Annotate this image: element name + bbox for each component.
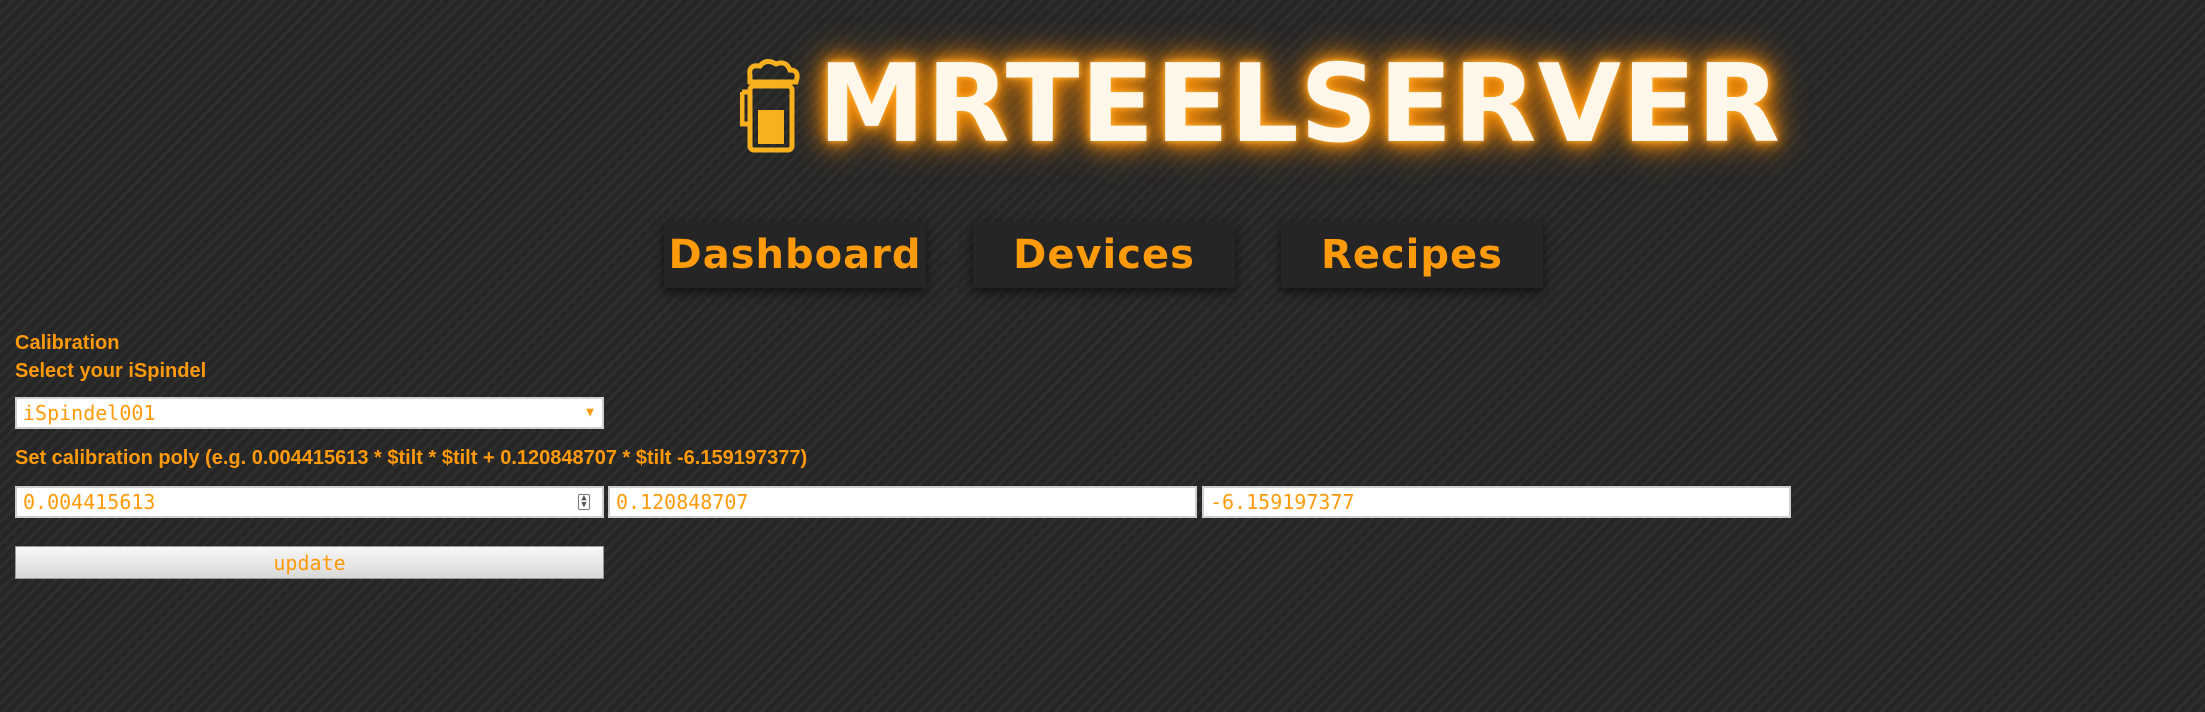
calibration-heading: Calibration <box>15 332 120 354</box>
poly-label: Set calibration poly (e.g. 0.004415613 *… <box>15 447 808 469</box>
ispindel-select[interactable]: iSpindel001 ▼ <box>15 397 604 429</box>
coef-c-input[interactable]: -6.159197377 <box>1202 486 1791 518</box>
coef-c-value: -6.159197377 <box>1210 490 1355 514</box>
nav-devices[interactable]: Devices <box>973 222 1235 288</box>
chevron-down-icon: ▼ <box>586 405 594 420</box>
update-button[interactable]: update <box>15 546 604 579</box>
spinner-icon[interactable]: ▲ ▼ <box>578 494 590 510</box>
main-nav: Dashboard Devices Recipes <box>0 222 2205 292</box>
coef-b-input[interactable]: 0.120848707 <box>608 486 1197 518</box>
site-title: MRTEELSERVER <box>818 42 1782 167</box>
nav-recipes[interactable]: Recipes <box>1281 222 1543 288</box>
coef-b-value: 0.120848707 <box>616 490 749 514</box>
coef-a-value: 0.004415613 <box>23 490 156 514</box>
select-ispindel-label: Select your iSpindel <box>15 360 207 382</box>
beer-mug-icon <box>740 58 800 153</box>
site-header: MRTEELSERVER <box>740 50 1820 160</box>
ispindel-select-value: iSpindel001 <box>23 401 156 425</box>
nav-dashboard[interactable]: Dashboard <box>664 222 926 288</box>
coef-a-input[interactable]: 0.004415613 ▲ ▼ <box>15 486 604 518</box>
